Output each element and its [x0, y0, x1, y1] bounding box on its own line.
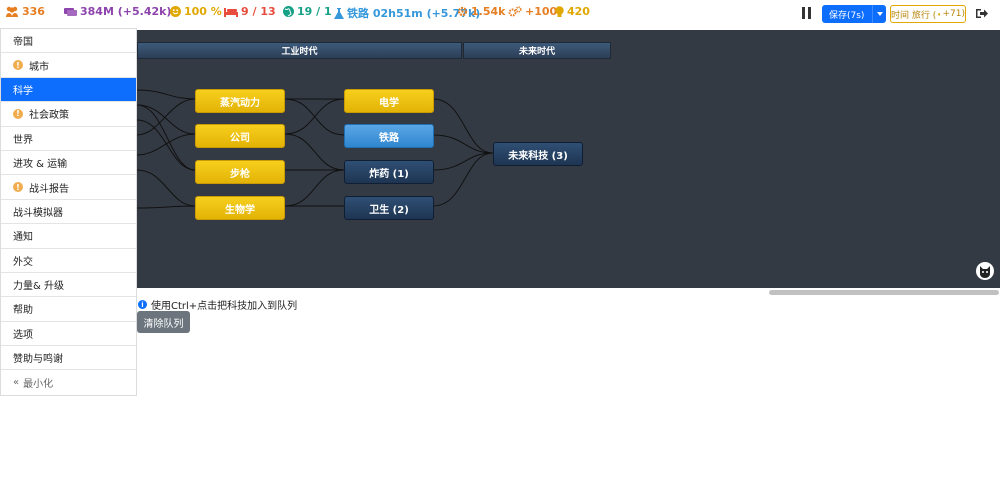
globe-icon: [283, 6, 294, 17]
bed-icon: [224, 7, 238, 17]
tech-sanitation[interactable]: 卫生 (2): [344, 196, 434, 220]
tech-rifle[interactable]: 步枪: [195, 160, 285, 184]
gear-icon: [457, 6, 468, 17]
main-sidebar: 帝国 ! 城市 科学 ! 社会政策 世界 进攻 & 运输 ! 战斗报告 战斗模拟器 通…: [0, 28, 137, 396]
time-travel-bonus: +71): [942, 9, 965, 19]
money-icon: [64, 7, 77, 16]
tech-company[interactable]: 公司: [195, 124, 285, 148]
sidebar-item-world[interactable]: 世界: [1, 127, 136, 151]
production-stat[interactable]: 1.54k: [457, 5, 505, 18]
era-industrial: 工业时代: [137, 42, 462, 59]
tech-biology[interactable]: 生物学: [195, 196, 285, 220]
logout-icon[interactable]: [976, 8, 988, 19]
sidebar-item-battle-simulator[interactable]: 战斗模拟器: [1, 200, 136, 225]
money-stat[interactable]: 384M (+5.42k): [64, 5, 171, 18]
population-stat[interactable]: 336: [5, 5, 45, 18]
time-travel-button[interactable]: 时间 旅行 ( +71): [890, 5, 966, 23]
double-chevron-left-icon: «: [13, 377, 20, 389]
era-future: 未来时代: [463, 42, 611, 59]
tech-steam-power[interactable]: 蒸汽动力: [195, 89, 285, 113]
tree-horizontal-scrollbar[interactable]: [769, 290, 999, 295]
sidebar-item-empire[interactable]: 帝国: [1, 29, 136, 54]
sidebar-item-notifications[interactable]: 通知: [1, 224, 136, 249]
queue-hint: i 使用Ctrl+点击把科技加入到队列: [138, 297, 297, 312]
sidebar-item-social-policy[interactable]: ! 社会政策: [1, 102, 136, 127]
sidebar-item-powers-upgrades[interactable]: 力量& 升级: [1, 273, 136, 298]
sidebar-item-options[interactable]: 选项: [1, 322, 136, 347]
sidebar-item-diplomacy[interactable]: 外交: [1, 249, 136, 273]
sidebar-item-city[interactable]: ! 城市: [1, 53, 136, 78]
cat-avatar-icon[interactable]: [976, 262, 994, 280]
happiness-value: 100 %: [184, 5, 222, 18]
sidebar-item-help[interactable]: 帮助: [1, 297, 136, 322]
info-icon: i: [138, 300, 147, 309]
queue-hint-text: 使用Ctrl+点击把科技加入到队列: [151, 301, 298, 312]
tech-tree[interactable]: 工业时代 未来时代 蒸汽动力 公司 步枪 生物学 电学 铁路 炸药 (1) 卫生…: [0, 30, 1000, 288]
caret-down-icon: [876, 12, 883, 16]
lightbulb-icon: [555, 5, 564, 17]
money-value: 384M (+5.42k): [80, 5, 172, 18]
culture-stat[interactable]: 420: [555, 5, 590, 18]
tech-electricity[interactable]: 电学: [344, 89, 434, 113]
population-value: 336: [22, 5, 45, 18]
housing-stat[interactable]: 9 / 13: [224, 5, 276, 18]
sidebar-item-credits[interactable]: 赞助与鸣谢: [1, 346, 136, 371]
military-stat[interactable]: +100: [508, 5, 557, 18]
lightbulb-icon: [938, 12, 941, 16]
time-travel-label: 时间 旅行 (: [891, 10, 937, 21]
sidebar-item-battle-reports[interactable]: ! 战斗报告: [1, 175, 136, 200]
production-value: 1.54k: [471, 5, 506, 18]
pause-icon: [802, 7, 805, 19]
military-value: +100: [525, 5, 558, 18]
pause-button[interactable]: [802, 7, 812, 19]
sidebar-minimize[interactable]: « 最小化: [1, 370, 136, 394]
land-value: 19 / 1: [297, 5, 332, 18]
save-dropdown-toggle[interactable]: [872, 5, 886, 23]
resource-bar: 336 384M (+5.42k) 100 % 9 / 13 19 / 1 铁路…: [0, 0, 1000, 26]
save-label: 保存(7s): [829, 10, 865, 21]
land-stat[interactable]: 19 / 1: [283, 5, 332, 18]
save-button[interactable]: 保存(7s): [822, 5, 886, 23]
users-icon: [6, 6, 18, 17]
warning-icon: !: [13, 182, 23, 193]
gears-icon: [508, 6, 522, 17]
warning-icon: !: [13, 108, 23, 119]
tech-explosives[interactable]: 炸药 (1): [344, 160, 434, 184]
warning-icon: !: [13, 60, 23, 71]
smile-icon: [170, 6, 181, 17]
happiness-stat[interactable]: 100 %: [170, 5, 222, 18]
era-industrial-label: 工业时代: [281, 47, 318, 57]
culture-value: 420: [567, 5, 590, 18]
housing-value: 9 / 13: [241, 5, 276, 18]
tech-future-tech[interactable]: 未来科技 (3): [493, 142, 583, 166]
sidebar-item-attack-transport[interactable]: 进攻 & 运输: [1, 151, 136, 176]
clear-queue-button[interactable]: 清除队列: [137, 311, 190, 333]
flask-icon: [334, 7, 344, 19]
tech-railway[interactable]: 铁路: [344, 124, 434, 148]
sidebar-item-science[interactable]: 科学: [1, 77, 136, 103]
era-future-label: 未来时代: [518, 47, 555, 57]
